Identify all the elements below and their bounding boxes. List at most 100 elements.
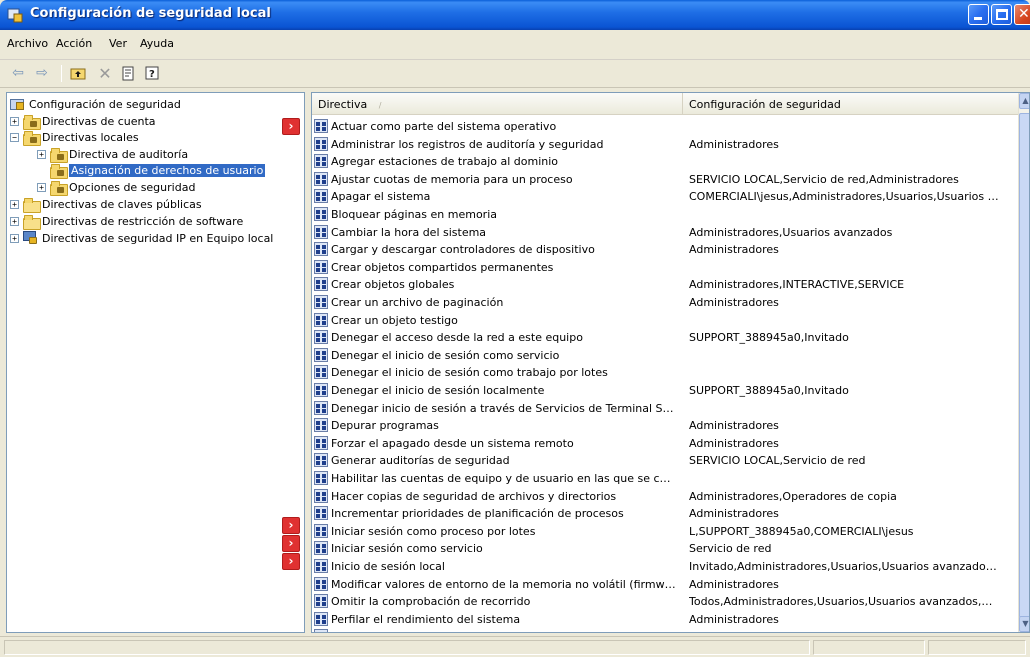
column-header-configuracion[interactable]: Configuración de seguridad	[683, 93, 1023, 114]
close-icon: ✕	[1018, 6, 1030, 22]
table-row[interactable]: Denegar el inicio de sesión localmente SU…	[312, 382, 1018, 400]
expand-icon[interactable]: +	[10, 116, 19, 126]
table-row[interactable]: Agregar estaciones de trabajo al dominio	[312, 153, 1018, 171]
policy-icon	[314, 330, 329, 345]
back-button[interactable]: ⇦	[8, 63, 28, 83]
policy-name: Crear objetos compartidos permanentes	[331, 260, 554, 274]
expand-icon[interactable]: +	[10, 216, 19, 226]
table-row[interactable]: Omitir la comprobación de recorrido Todos…	[312, 593, 1018, 611]
locked-folder-icon	[23, 114, 41, 130]
policy-icon	[314, 383, 329, 398]
table-row[interactable]: Denegar el inicio de sesión como trabajo…	[312, 364, 1018, 382]
table-row[interactable]: Administrar los registros de auditoría y…	[312, 136, 1018, 154]
table-row[interactable]: Crear objetos compartidos permanentes	[312, 259, 1018, 277]
expand-icon[interactable]: +	[37, 149, 46, 159]
table-row[interactable]: Modificar valores de entorno de la memor…	[312, 576, 1018, 594]
toolbar: ⇦ ⇨ ✕ ?	[0, 60, 1030, 88]
forward-button[interactable]: ⇨	[32, 63, 52, 83]
menu-ver[interactable]: Ver	[109, 37, 127, 50]
delete-icon: ✕	[98, 63, 112, 83]
tree-item-directivas-locales[interactable]: − Directivas locales	[10, 129, 139, 146]
tree-pane[interactable]: Configuración de seguridad + Directivas …	[6, 92, 305, 633]
policy-name: Bloquear páginas en memoria	[331, 208, 497, 221]
policy-name: Hacer copias de seguridad de archivos y …	[331, 489, 617, 503]
policy-name: Modificar valores de entorno de la memor…	[331, 577, 676, 591]
tree-item-asignacion-derechos[interactable]: Asignación de derechos de usuario	[50, 162, 266, 179]
policy-setting: Administradores	[689, 137, 779, 151]
table-row[interactable]: Inicio de sesión local Invitado,Administr…	[312, 558, 1018, 576]
tree-item-directivas-cuenta[interactable]: + Directivas de cuenta	[10, 113, 156, 130]
table-row[interactable]: Actuar como parte del sistema operativo	[312, 118, 1018, 136]
table-row[interactable]: Crear un objeto testigo	[312, 312, 1018, 330]
callout-arrow-icon: ›	[282, 118, 300, 135]
table-row[interactable]: Cambiar la hora del sistema Administrador…	[312, 224, 1018, 242]
table-row[interactable]: Incrementar prioridades de planificación…	[312, 505, 1018, 523]
maximize-button[interactable]	[991, 4, 1012, 25]
tree-item-directiva-auditoria[interactable]: + Directiva de auditoría	[37, 146, 188, 163]
policy-name: Omitir la comprobación de recorrido	[331, 595, 531, 609]
callout-arrow-icon: ›	[282, 517, 300, 534]
table-row[interactable]: Denegar inicio de sesión a través de Ser…	[312, 400, 1018, 418]
menu-ayuda[interactable]: Ayuda	[140, 37, 174, 50]
policy-setting: Administradores	[689, 243, 779, 257]
table-row[interactable]: Cargar y descargar controladores de disp…	[312, 241, 1018, 259]
menu-accion[interactable]: Acción	[56, 37, 92, 50]
minimize-button[interactable]	[968, 4, 989, 25]
properties-button[interactable]	[118, 63, 138, 83]
tree-item-opciones-seguridad[interactable]: + Opciones de seguridad	[37, 179, 195, 196]
tree-root[interactable]: Configuración de seguridad	[10, 96, 181, 112]
table-row[interactable]: Iniciar sesión como servicio Servicio de …	[312, 540, 1018, 558]
svg-text:?: ?	[149, 69, 155, 80]
policy-setting: SERVICIO LOCAL,Servicio de red	[689, 454, 866, 468]
menu-archivo[interactable]: Archivo	[7, 37, 48, 50]
tree-item-claves-publicas[interactable]: + Directivas de claves públicas	[10, 196, 202, 213]
table-row[interactable]: Generar auditorías de seguridad SERVICIO …	[312, 452, 1018, 470]
collapse-icon[interactable]: −	[10, 132, 19, 142]
policy-name: Denegar el inicio de sesión como servici…	[331, 348, 560, 362]
policy-icon	[314, 541, 329, 556]
help-button[interactable]: ?	[143, 63, 163, 83]
policy-icon	[314, 136, 329, 152]
expand-icon[interactable]: +	[10, 199, 19, 209]
tree-item-restriccion-software[interactable]: + Directivas de restricción de software	[10, 213, 243, 230]
policy-icon	[314, 259, 329, 275]
scroll-up-icon[interactable]: ▲	[1019, 93, 1029, 109]
table-row[interactable]: Depurar programas Administradores	[312, 417, 1018, 435]
vertical-scrollbar[interactable]: ▲ ▼	[1018, 93, 1029, 632]
expand-icon[interactable]: +	[10, 233, 19, 243]
up-folder-button[interactable]	[68, 63, 88, 83]
tree-item-label-selected: Asignación de derechos de usuario	[69, 163, 266, 177]
scroll-thumb[interactable]	[1019, 113, 1029, 618]
close-button[interactable]: ✕	[1014, 4, 1030, 25]
help-icon: ?	[145, 66, 159, 80]
table-row[interactable]: Forzar el apagado desde un sistema remot…	[312, 435, 1018, 453]
menu-bar: Archivo Acción Ver Ayuda	[0, 30, 1030, 60]
tree-item-seguridad-ip[interactable]: + Directivas de seguridad IP en Equipo l…	[10, 230, 273, 246]
table-row[interactable]: Apagar el sistema COMERCIALI\jesus,Admini…	[312, 188, 1018, 206]
policy-name: Crear objetos globales	[331, 278, 455, 292]
table-row[interactable]: Perfilar el rendimiento del sistema Admin…	[312, 611, 1018, 629]
table-row[interactable]: Habilitar las cuentas de equipo y de usu…	[312, 470, 1018, 488]
table-row[interactable]: Denegar el acceso desde la red a este eq…	[312, 329, 1018, 347]
column-header-directiva[interactable]: Directiva /	[312, 93, 683, 114]
list-pane[interactable]: Directiva / Configuración de seguridad A…	[311, 92, 1030, 633]
table-row[interactable]: Hacer copias de seguridad de archivos y …	[312, 488, 1018, 506]
table-row[interactable]: Denegar el inicio de sesión como servici…	[312, 347, 1018, 365]
expand-icon[interactable]: +	[37, 182, 46, 192]
scroll-down-icon[interactable]: ▼	[1019, 616, 1029, 632]
title-bar[interactable]: Configuración de seguridad local ✕	[0, 0, 1030, 30]
table-row[interactable]: Crear un archivo de paginación Administra…	[312, 294, 1018, 312]
policy-icon	[314, 189, 329, 204]
table-row[interactable]: Iniciar sesión como proceso por lotes L,S…	[312, 523, 1018, 541]
table-row[interactable]: Ajustar cuotas de memoria para un proces…	[312, 171, 1018, 189]
table-row[interactable]: Perfilar un proceso individual Administra…	[312, 628, 1018, 632]
policy-name: Forzar el apagado desde un sistema remot…	[331, 436, 574, 450]
policy-name: Depurar programas	[331, 419, 439, 433]
delete-button[interactable]: ✕	[95, 63, 115, 83]
table-row[interactable]: Bloquear páginas en memoria	[312, 206, 1018, 224]
security-settings-icon	[10, 97, 26, 111]
policy-setting: Administradores	[689, 612, 779, 626]
tree-root-label: Configuración de seguridad	[29, 97, 181, 111]
policy-name: Iniciar sesión como servicio	[331, 542, 483, 556]
table-row[interactable]: Crear objetos globales Administradores,IN…	[312, 276, 1018, 294]
